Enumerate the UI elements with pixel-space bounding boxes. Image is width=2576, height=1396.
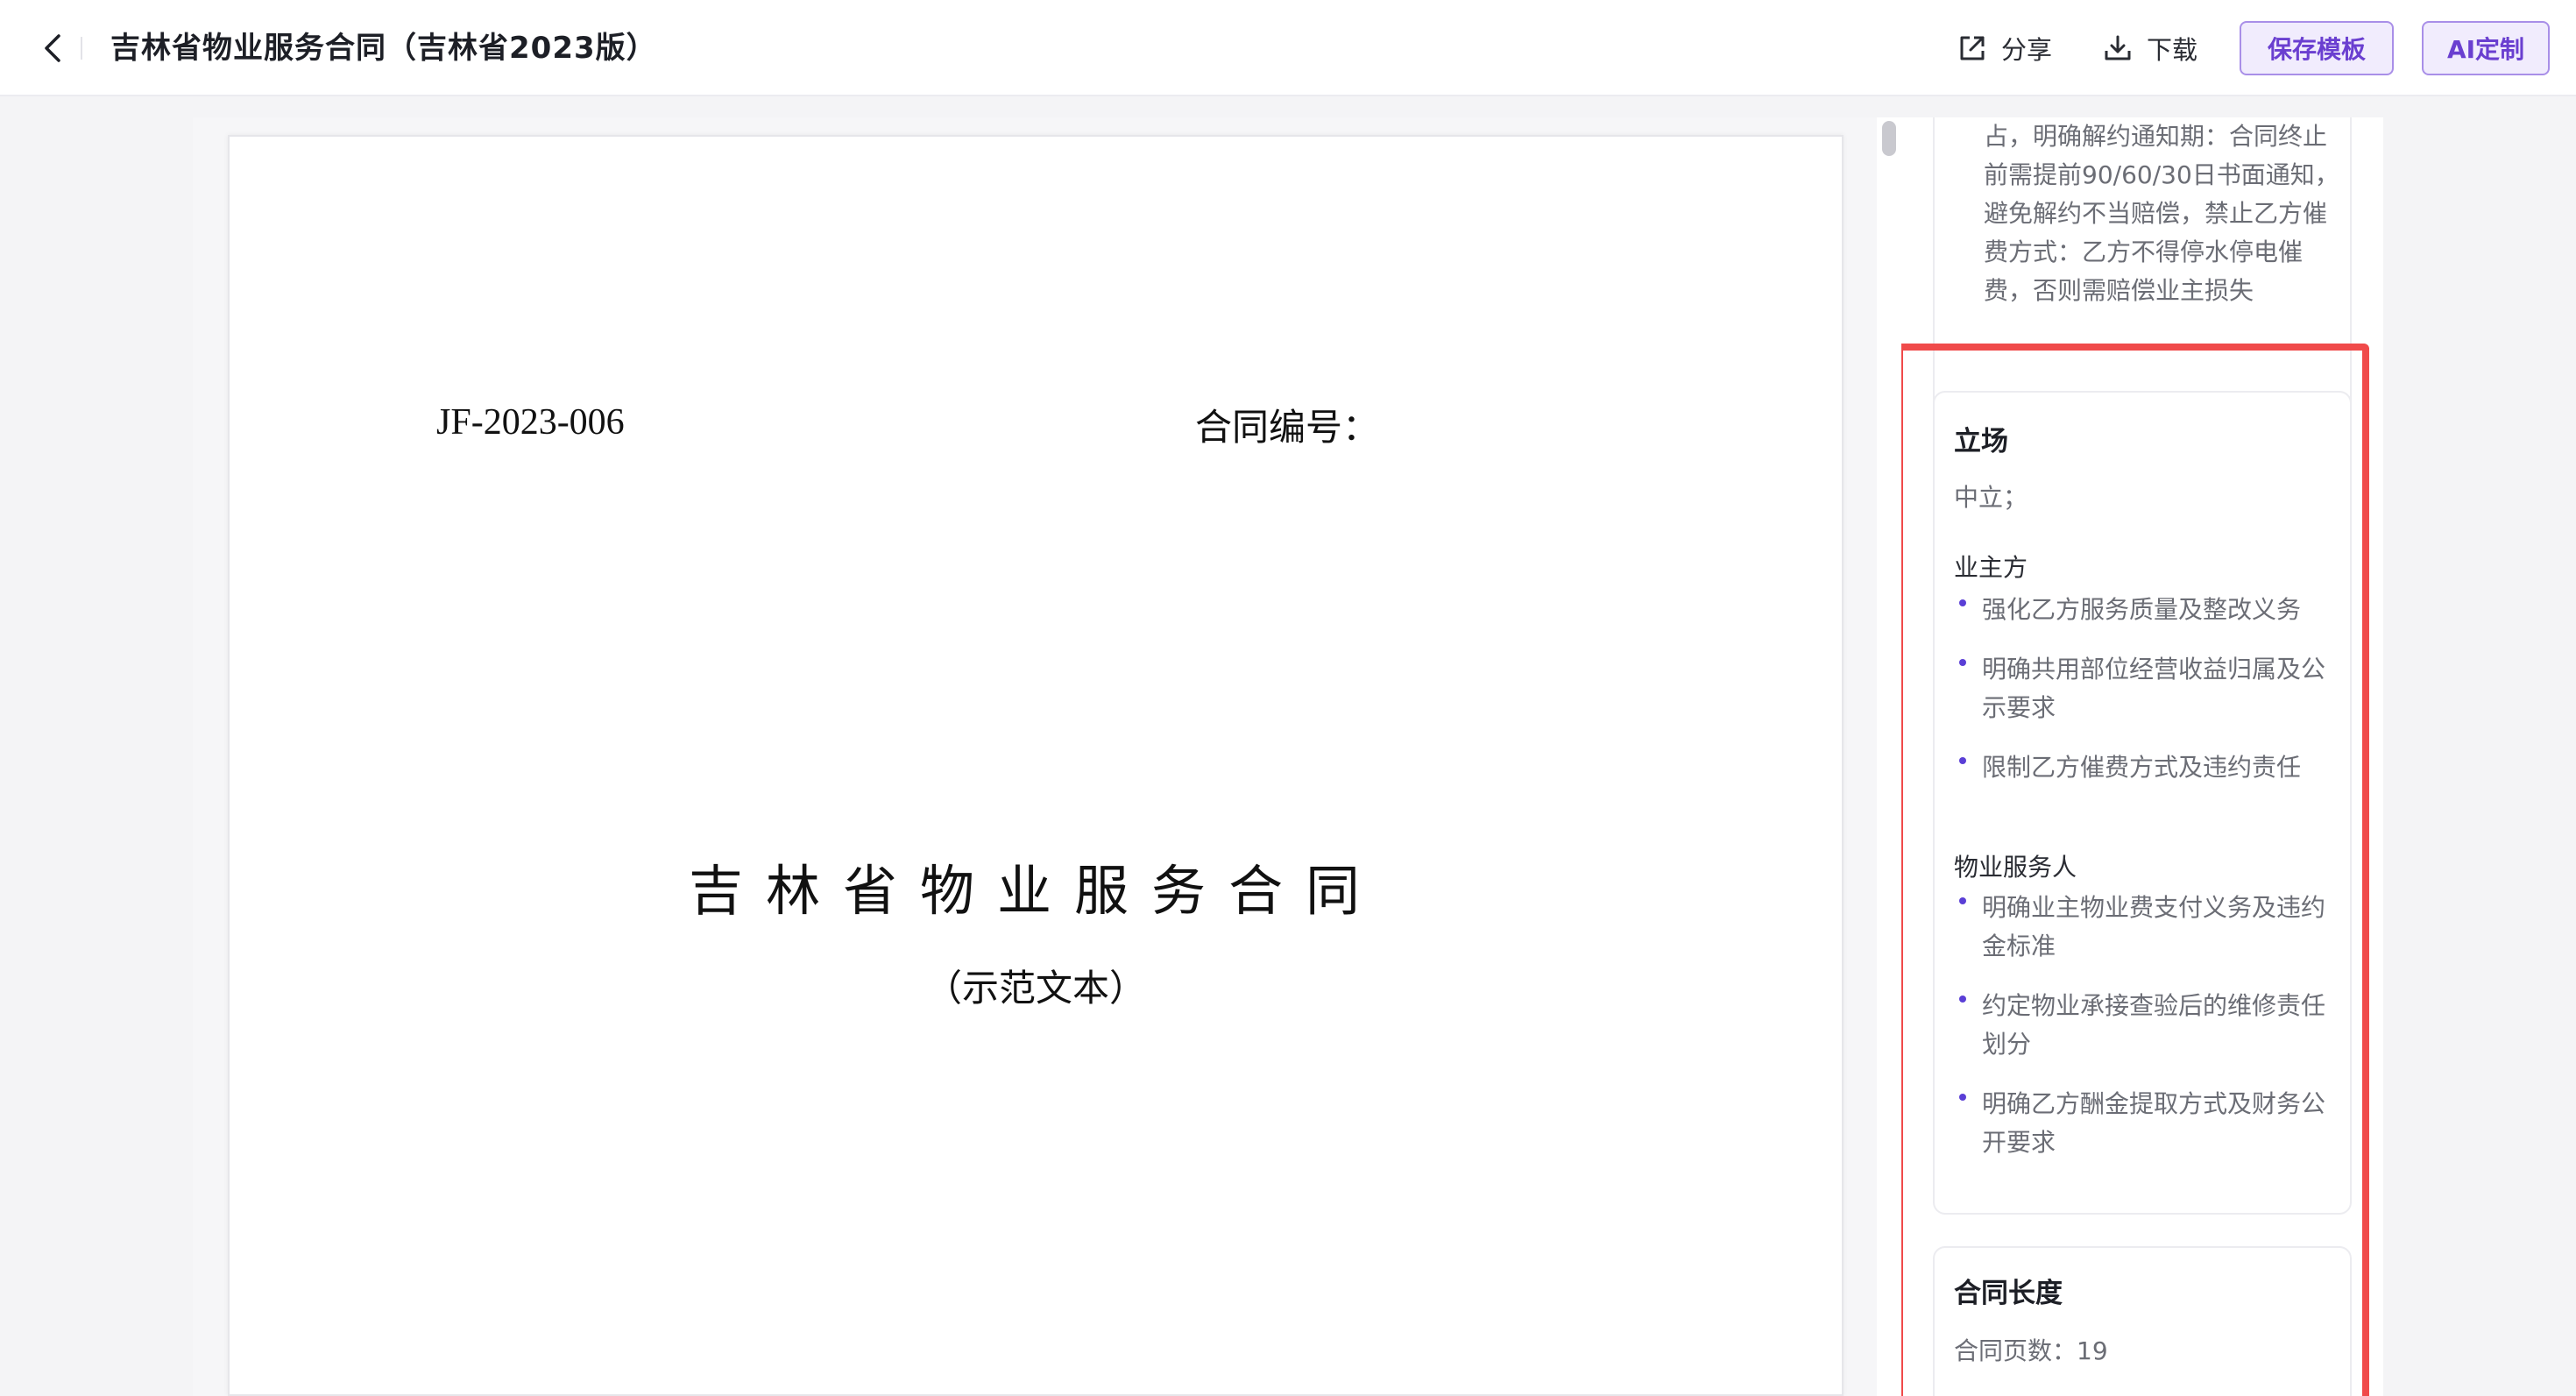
share-icon — [1960, 36, 1985, 60]
highlight-box — [1901, 344, 2369, 1396]
share-label: 分享 — [2001, 35, 2053, 65]
contract-number-label: 合同编号： — [1195, 408, 1380, 449]
ai-custom-button[interactable]: AI定制 — [2422, 21, 2550, 75]
chevron-left-icon — [45, 34, 60, 62]
page-title: 吉林省物业服务合同（吉林省2023版） — [110, 31, 657, 66]
contract-subtitle: （示范文本） — [924, 969, 1146, 1010]
analysis-panel: 占，明确解约通知期：合同终止前需提前90/60/30日书面通知，避免解约不当赔偿… — [1901, 117, 2383, 1396]
share-button[interactable]: 分享 — [1957, 25, 2052, 72]
back-button[interactable] — [35, 30, 70, 67]
top-header: 吉林省物业服务合同（吉林省2023版） 分享 下载 保存模板 AI定制 — [0, 0, 2576, 96]
download-icon — [2105, 35, 2131, 60]
header-divider — [81, 37, 82, 60]
contract-title: 吉林省物业服务合同 — [688, 862, 1383, 922]
save-template-button[interactable]: 保存模板 — [2240, 21, 2394, 75]
contract-code: JF-2023-006 — [436, 402, 625, 443]
document-scrollbar-thumb[interactable] — [1882, 121, 1896, 156]
download-button[interactable]: 下载 — [2103, 25, 2197, 72]
document-page: JF-2023-006 合同编号： 吉林省物业服务合同 （示范文本） — [228, 135, 1844, 1396]
previous-analysis-text: 占，明确解约通知期：合同终止前需提前90/60/30日书面通知，避免解约不当赔偿… — [1984, 122, 2339, 305]
document-scrollbar[interactable] — [1877, 117, 1901, 1396]
download-label: 下载 — [2147, 35, 2198, 65]
